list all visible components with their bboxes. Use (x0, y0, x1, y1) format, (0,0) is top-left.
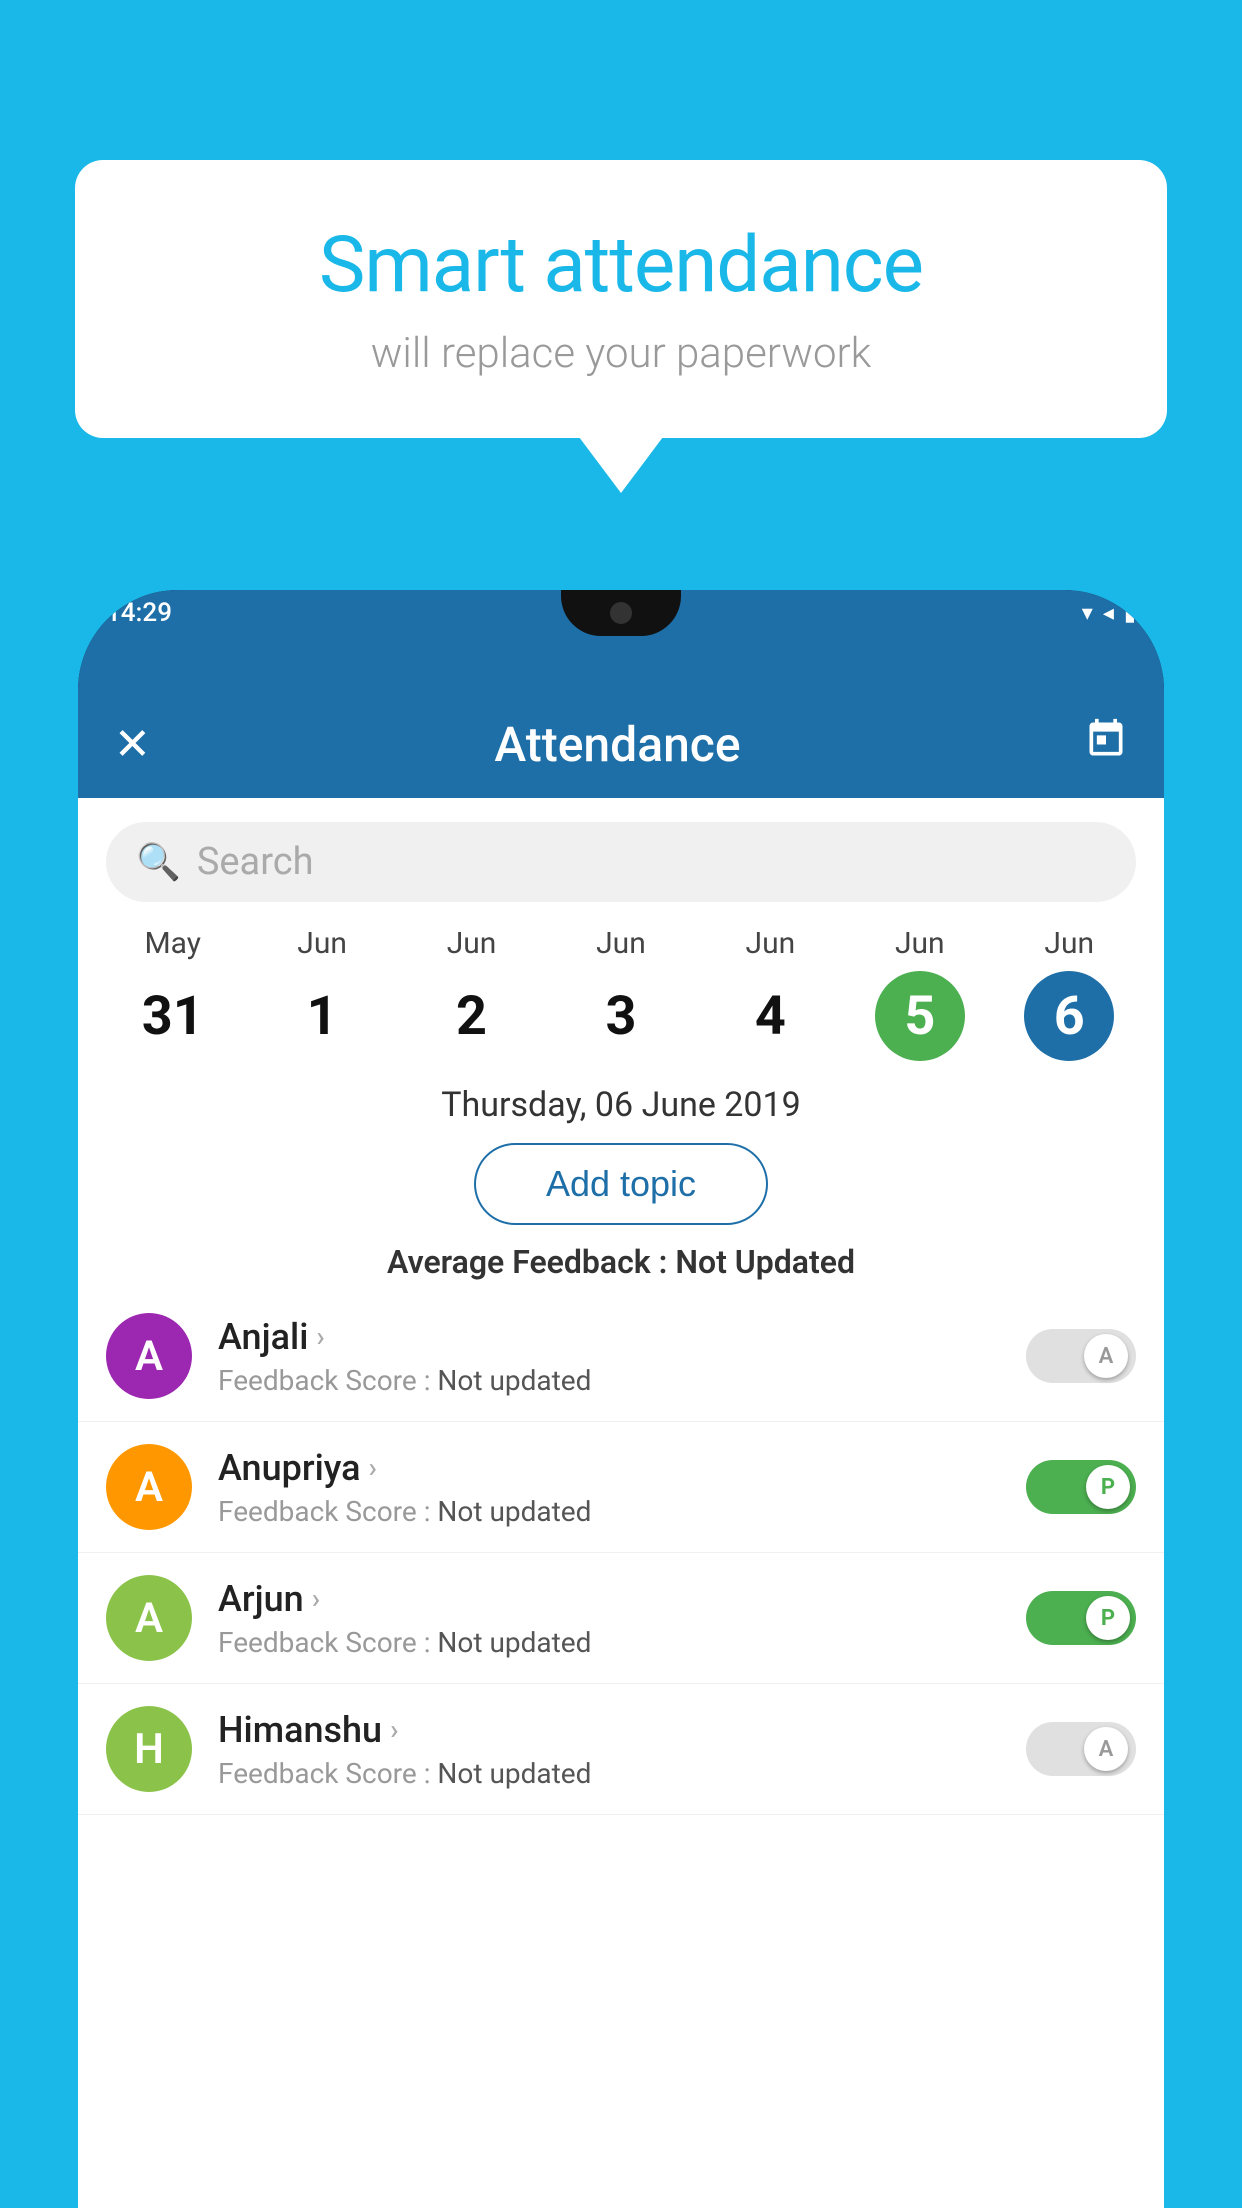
avg-feedback-value: Not Updated (675, 1243, 855, 1281)
calendar-day[interactable]: Jun 1 (272, 926, 372, 1061)
student-list: AAnjali ›Feedback Score : Not updatedAAA… (78, 1291, 1164, 1815)
student-avatar: A (106, 1575, 192, 1661)
feedback-score: Feedback Score : Not updated (218, 1626, 1000, 1659)
toggle-knob: A (1084, 1334, 1128, 1378)
selected-date-label: Thursday, 06 June 2019 (78, 1085, 1164, 1125)
cal-month: Jun (447, 926, 497, 961)
student-item[interactable]: H Himanshu › Feedback Score : Not updated A (78, 1684, 1164, 1815)
calendar-day[interactable]: Jun 6 (1019, 926, 1119, 1061)
cal-date: 5 (875, 971, 965, 1061)
add-topic-container: Add topic (78, 1143, 1164, 1225)
cal-month: Jun (1044, 926, 1094, 961)
cal-month: Jun (895, 926, 945, 961)
battery-icon: ▮ (1124, 601, 1136, 626)
cal-month: Jun (297, 926, 347, 961)
student-item[interactable]: A Arjun › Feedback Score : Not updated P (78, 1553, 1164, 1684)
chevron-right-icon: › (390, 1713, 398, 1746)
calendar-strip: May 31 Jun 1 Jun 2 Jun 3 Jun 4 Jun 5 Jun 6 (78, 902, 1164, 1061)
student-name: Himanshu › (218, 1709, 1000, 1751)
chevron-right-icon: › (369, 1451, 377, 1484)
app-bar: ✕ Attendance (78, 690, 1164, 798)
search-placeholder: Search (197, 840, 314, 884)
search-icon: 🔍 (136, 841, 181, 883)
calendar-day[interactable]: Jun 4 (720, 926, 820, 1061)
status-icons: ▾ ◂ ▮ (1082, 601, 1136, 626)
cal-date: 31 (128, 971, 218, 1061)
speech-bubble: Smart attendance will replace your paper… (75, 160, 1167, 438)
phone-content: 🔍 Search May 31 Jun 1 Jun 2 Jun 3 Jun 4 Jun 5 Jun 6 T… (78, 798, 1164, 2208)
feedback-score: Feedback Score : Not updated (218, 1364, 1000, 1397)
cal-date: 6 (1024, 971, 1114, 1061)
student-item[interactable]: A Anupriya › Feedback Score : Not updated P (78, 1422, 1164, 1553)
calendar-day[interactable]: Jun 2 (422, 926, 522, 1061)
attendance-toggle[interactable]: P (1026, 1591, 1136, 1645)
chevron-right-icon: › (316, 1320, 324, 1353)
calendar-button[interactable] (1084, 717, 1128, 772)
student-info: Anupriya › Feedback Score : Not updated (218, 1447, 1000, 1528)
speech-bubble-container: Smart attendance will replace your paper… (75, 160, 1167, 438)
student-info: Arjun › Feedback Score : Not updated (218, 1578, 1000, 1659)
calendar-day[interactable]: Jun 5 (870, 926, 970, 1061)
cal-date: 2 (427, 971, 517, 1061)
add-topic-button[interactable]: Add topic (474, 1143, 768, 1225)
attendance-toggle[interactable]: A (1026, 1722, 1136, 1776)
student-name: Arjun › (218, 1578, 1000, 1620)
signal-icon: ◂ (1103, 601, 1114, 626)
notch (561, 590, 681, 636)
cal-month: Jun (746, 926, 796, 961)
cal-month: Jun (596, 926, 646, 961)
search-bar[interactable]: 🔍 Search (106, 822, 1136, 902)
toggle-knob: P (1086, 1596, 1130, 1640)
student-avatar: A (106, 1313, 192, 1399)
student-avatar: A (106, 1444, 192, 1530)
calendar-day[interactable]: May 31 (123, 926, 223, 1061)
toggle-knob: A (1084, 1727, 1128, 1771)
bubble-title: Smart attendance (155, 220, 1087, 311)
toggle-knob: P (1086, 1465, 1130, 1509)
feedback-score: Feedback Score : Not updated (218, 1757, 1000, 1790)
average-feedback: Average Feedback : Not Updated (78, 1243, 1164, 1281)
student-name: Anupriya › (218, 1447, 1000, 1489)
cal-date: 4 (725, 971, 815, 1061)
close-button[interactable]: ✕ (114, 718, 151, 770)
student-info: Anjali › Feedback Score : Not updated (218, 1316, 1000, 1397)
student-avatar: H (106, 1706, 192, 1792)
cal-date: 3 (576, 971, 666, 1061)
student-info: Himanshu › Feedback Score : Not updated (218, 1709, 1000, 1790)
avg-feedback-label: Average Feedback : (387, 1243, 675, 1281)
cal-date: 1 (277, 971, 367, 1061)
calendar-day[interactable]: Jun 3 (571, 926, 671, 1061)
camera (610, 602, 632, 624)
student-name: Anjali › (218, 1316, 1000, 1358)
cal-month: May (144, 926, 200, 961)
feedback-score: Feedback Score : Not updated (218, 1495, 1000, 1528)
chevron-right-icon: › (312, 1582, 320, 1615)
wifi-icon: ▾ (1082, 601, 1093, 626)
status-time: 14:29 (106, 598, 172, 628)
status-bar-area: 14:29 ▾ ◂ ▮ (78, 590, 1164, 690)
attendance-toggle[interactable]: P (1026, 1460, 1136, 1514)
bubble-subtitle: will replace your paperwork (155, 329, 1087, 378)
attendance-toggle[interactable]: A (1026, 1329, 1136, 1383)
app-bar-title: Attendance (494, 716, 740, 773)
student-item[interactable]: A Anjali › Feedback Score : Not updated A (78, 1291, 1164, 1422)
phone-frame: 14:29 ▾ ◂ ▮ ✕ Attendance 🔍 Search M (78, 590, 1164, 2208)
